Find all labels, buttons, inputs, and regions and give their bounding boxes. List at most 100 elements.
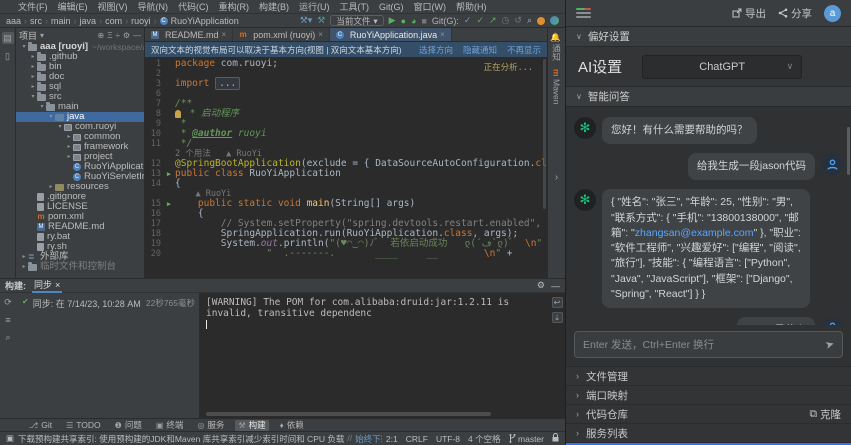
editor-tab[interactable]: MREADME.md× — [145, 28, 233, 41]
export-button[interactable]: 导出 — [732, 6, 766, 21]
git-commit-icon[interactable]: ✓ — [476, 15, 484, 26]
breadcrumb-item[interactable]: java — [80, 16, 97, 26]
build-sync-tab[interactable]: 同步× — [32, 279, 62, 293]
rollback-icon[interactable]: ↺ — [514, 15, 522, 26]
expand-icon[interactable]: Ξ — [107, 31, 112, 40]
breadcrumb-item[interactable]: main — [51, 16, 71, 26]
inspect-icon[interactable]: ⌕ — [5, 332, 10, 343]
line-separator[interactable]: CRLF — [406, 434, 428, 444]
menu-item[interactable]: 视图(V) — [94, 0, 132, 13]
close-icon[interactable]: × — [318, 30, 323, 39]
git-branch[interactable]: master — [509, 434, 544, 444]
tree-item[interactable]: ry.sh — [16, 242, 144, 252]
close-icon[interactable]: × — [222, 30, 227, 39]
splitter-collapse-icon[interactable]: › — [555, 172, 558, 183]
section-文件管理[interactable]: ›文件管理 — [566, 367, 851, 386]
banner-action[interactable]: 选择方向 — [419, 44, 453, 56]
horizontal-scrollbar[interactable] — [206, 412, 491, 416]
breadcrumb-item[interactable]: aaa — [6, 16, 21, 26]
chevron-right-icon[interactable]: ▸ — [65, 132, 73, 142]
chat-scrollbar[interactable] — [847, 127, 850, 175]
close-icon[interactable]: × — [440, 30, 445, 39]
maven-toolwindow-tab[interactable]: mMaven — [552, 69, 562, 104]
tree-item[interactable]: ▸.github — [16, 52, 144, 62]
toolwindow-button-todo[interactable]: ☰TODO — [63, 420, 104, 431]
build-settings-icon[interactable]: ⚙ — [537, 280, 545, 291]
menu-item[interactable]: 工具(T) — [336, 0, 374, 13]
preferences-section-header[interactable]: ∨ 偏好设置 — [566, 27, 851, 47]
code-editor[interactable]: 1package com.ruoyi;23import ...67/**8 * … — [145, 57, 547, 278]
tree-item[interactable]: ▸framework — [16, 142, 144, 152]
encoding[interactable]: UTF-8 — [436, 434, 460, 444]
chevron-right-icon[interactable]: ▸ — [65, 152, 73, 162]
debug-icon[interactable]: ● — [401, 16, 406, 26]
run-gutter-icon[interactable]: ▶ — [163, 199, 175, 209]
chevron-down-icon[interactable]: ▾ — [47, 112, 55, 122]
qa-section-header[interactable]: ∨ 智能问答 — [566, 87, 851, 107]
chevron-right-icon[interactable]: ▸ — [29, 52, 37, 62]
soft-wrap-icon[interactable]: ↩ — [552, 297, 563, 308]
send-icon[interactable]: ➤ — [823, 337, 835, 352]
status-link[interactable]: 始终下载 — [355, 433, 382, 445]
code-line[interactable]: 11 */ — [145, 139, 547, 149]
menu-item[interactable]: 代码(C) — [174, 0, 213, 13]
code-line[interactable]: 10 * @author ruoyi — [145, 129, 547, 139]
tree-item[interactable]: ▸bin — [16, 62, 144, 72]
history-icon[interactable]: ◷ — [502, 15, 510, 26]
locate-icon[interactable]: ⊕ — [98, 31, 105, 40]
toolwindow-button-依赖[interactable]: ♦依赖 — [277, 420, 307, 431]
indent-size[interactable]: 4 个空格 — [468, 433, 501, 445]
toolwindow-button-终端[interactable]: ▣终端 — [153, 420, 187, 431]
tree-item[interactable]: ▸临时文件和控制台 — [16, 262, 144, 272]
chevron-right-icon[interactable]: ▸ — [20, 252, 28, 262]
menu-item[interactable]: 帮助(H) — [452, 0, 491, 13]
bookmarks-icon[interactable]: ▯ — [2, 50, 14, 62]
tree-item[interactable]: ▸doc — [16, 72, 144, 82]
menu-item[interactable]: 文件(F) — [14, 0, 52, 13]
menu-item[interactable]: 编辑(E) — [54, 0, 92, 13]
editor-tab[interactable]: CRuoYiApplication.java× — [330, 28, 452, 41]
collapse-icon[interactable]: ÷ — [115, 31, 119, 40]
stop-icon[interactable]: ■ — [421, 16, 426, 26]
run-config-select[interactable]: 当前文件▾ — [330, 15, 383, 26]
scroll-end-icon[interactable]: ⤓ — [552, 312, 563, 323]
code-line[interactable]: 13▶public class RuoYiApplication — [145, 169, 547, 179]
filter-icon[interactable]: ≡ — [5, 315, 10, 325]
chat-bubble[interactable]: { "姓名": "张三", "年龄": 25, "性别": "男", "联系方式… — [602, 189, 810, 308]
wrench-icon[interactable]: ⚒ — [317, 15, 325, 26]
code-line[interactable]: 14{ — [145, 179, 547, 189]
build-status-text[interactable]: 同步: 在 7/14/23, 10:28 AM — [33, 297, 142, 310]
banner-action[interactable]: 不再显示 — [507, 44, 541, 56]
search-icon[interactable]: ⌕ — [527, 15, 532, 26]
run-icon[interactable]: ▶ — [389, 15, 396, 26]
menu-item[interactable]: 构建(B) — [255, 0, 293, 13]
chevron-right-icon[interactable]: ▸ — [65, 142, 73, 152]
menu-item[interactable]: 重构(R) — [215, 0, 254, 13]
model-select[interactable]: ChatGPT ∨ — [642, 55, 802, 79]
run-gutter-icon[interactable]: ▶ — [163, 169, 175, 179]
tree-item[interactable]: MREADME.md — [16, 222, 144, 232]
settings-icon[interactable] — [537, 17, 545, 25]
code-line[interactable]: 20 " .-------. ____ __ \n" + — [145, 249, 547, 259]
build-output[interactable]: [WARNING] The POM for com.alibaba:druid:… — [200, 293, 549, 419]
tree-item[interactable]: ▾aaa [ruoyi]~/workspace/aaa — [16, 42, 144, 52]
tree-item[interactable]: ▸sql — [16, 82, 144, 92]
tree-item[interactable]: ▾com.ruoyi — [16, 122, 144, 132]
git-update-icon[interactable]: ✓ — [464, 15, 472, 26]
chat-area[interactable]: ✻您好！有什么需要帮助的吗？给我生成一段jason代码✻{ "姓名": "张三"… — [566, 107, 851, 325]
chat-input[interactable]: Enter 发送，Ctrl+Enter 换行 ➤ — [574, 331, 843, 358]
menu-item[interactable]: 运行(U) — [295, 0, 334, 13]
panel-settings-icon[interactable]: ⚙ — [123, 31, 130, 40]
toolwindow-button-问题[interactable]: ❶问题 — [112, 420, 145, 431]
menu-icon[interactable] — [576, 8, 591, 18]
clone-button[interactable]: ⧉克隆 — [810, 407, 842, 422]
user-avatar[interactable]: a — [824, 5, 841, 22]
notifications-toolwindow-tab[interactable]: 🔔通知 — [551, 32, 563, 61]
ide-avatar-icon[interactable] — [550, 16, 559, 25]
git-push-icon[interactable]: ↗ — [489, 15, 497, 26]
toolwindow-button-git[interactable]: ⎇Git — [26, 420, 55, 431]
chevron-down-icon[interactable]: ▾ — [29, 92, 37, 102]
project-toolwindow-icon[interactable]: ▤ — [2, 32, 14, 44]
profiler-icon[interactable]: ◕ — [411, 16, 416, 26]
chat-bubble[interactable]: 您好！有什么需要帮助的吗？ — [602, 117, 757, 144]
